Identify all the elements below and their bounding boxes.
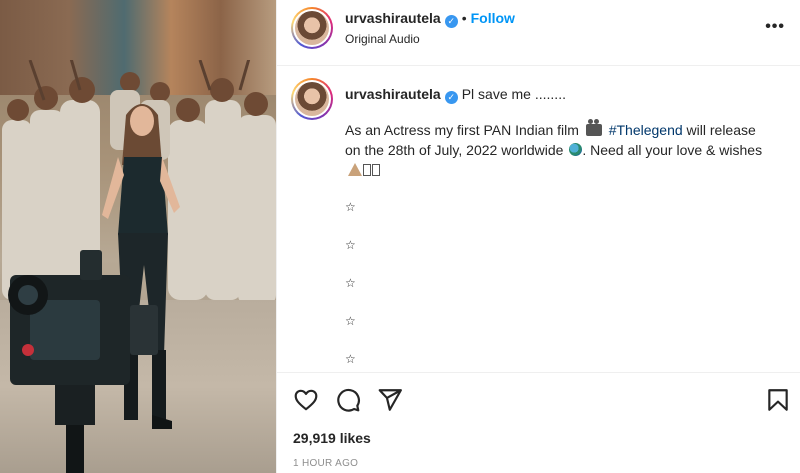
comment-icon[interactable] <box>335 387 361 413</box>
star-line: ☆ <box>345 352 356 366</box>
missing-glyph-icon <box>372 164 380 176</box>
caption-body: As an Actress my first PAN Indian film #… <box>345 119 765 180</box>
post-panel: urvashirautela ✓ • Follow Original Audio ••… <box>276 0 800 473</box>
star-line: ☆ <box>345 314 356 328</box>
star-line: ☆ <box>345 200 356 214</box>
post-media[interactable] <box>0 0 276 473</box>
hashtag-link[interactable]: #Thelegend <box>609 122 683 138</box>
action-bar <box>277 372 800 422</box>
missing-glyph-icon <box>363 164 371 176</box>
folded-hands-icon <box>348 163 362 176</box>
camera-rig <box>8 250 158 473</box>
caption-username-link[interactable]: urvashirautela <box>345 86 441 102</box>
verified-badge-icon: ✓ <box>444 91 458 104</box>
more-options-icon[interactable]: ••• <box>765 18 785 36</box>
heart-icon[interactable] <box>293 387 319 413</box>
bookmark-icon[interactable] <box>765 387 791 413</box>
star-line: ☆ <box>345 238 356 252</box>
separator-dot: • <box>461 10 467 26</box>
movie-camera-icon <box>585 119 602 136</box>
post-header: urvashirautela ✓ • Follow Original Audio ••… <box>277 0 800 66</box>
caption-user-line: urvashirautela ✓ Pl save me ........ <box>345 86 566 104</box>
likes-count[interactable]: 29,919 likes <box>293 430 371 446</box>
post-timestamp[interactable]: 1 HOUR AGO <box>293 458 358 469</box>
send-icon[interactable] <box>377 387 403 413</box>
avatar[interactable] <box>291 7 333 49</box>
caption-lead: Pl save me ........ <box>461 86 566 102</box>
follow-button[interactable]: Follow <box>471 10 515 26</box>
caption-avatar[interactable] <box>291 78 333 120</box>
original-audio-link[interactable]: Original Audio <box>345 32 420 46</box>
header-user-line: urvashirautela ✓ • Follow <box>345 10 515 28</box>
caption-text-3: . Need all your love & wishes <box>582 142 763 158</box>
globe-icon <box>569 143 583 156</box>
caption-text-1: As an Actress my first PAN Indian film <box>345 122 579 138</box>
verified-badge-icon: ✓ <box>444 15 458 28</box>
caption-area: urvashirautela ✓ Pl save me ........ As an… <box>277 66 800 372</box>
star-line: ☆ <box>345 276 356 290</box>
username-link[interactable]: urvashirautela <box>345 10 441 26</box>
